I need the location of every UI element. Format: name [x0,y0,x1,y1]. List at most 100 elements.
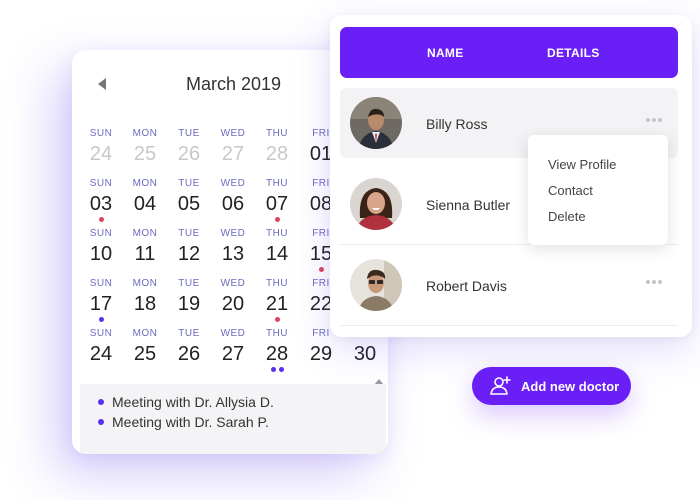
calendar-day-cell[interactable]: WED 27 [211,128,255,173]
event-indicator [79,317,123,323]
column-header-name[interactable]: NAME [427,46,464,60]
add-new-doctor-button[interactable]: Add new doctor [472,367,631,405]
calendar-day-cell[interactable]: TUE 19 [167,278,211,323]
calendar-day-cell[interactable]: THU 28 [255,128,299,173]
avatar [350,259,402,311]
doctor-name: Billy Ross [426,116,488,132]
event-dot-icon [270,367,276,372]
event-indicator [123,367,167,373]
weekday-label: THU [265,178,289,189]
day-number: 07 [265,193,289,215]
calendar-day-cell[interactable]: TUE 26 [167,328,211,373]
day-number: 21 [265,293,289,315]
day-number: 03 [89,193,113,215]
event-dot-icon [98,317,104,322]
day-number: 10 [89,243,113,265]
calendar-day-cell[interactable]: MON 25 [123,328,167,373]
calendar-day-cell[interactable]: WED 20 [211,278,255,323]
doctor-name: Sienna Butler [426,197,511,213]
weekday-label: WED [220,228,246,239]
weekday-label: SUN [89,278,113,289]
day-number: 19 [177,293,201,315]
event-indicator [123,317,167,323]
day-number: 20 [221,293,245,315]
day-number: 24 [89,343,113,365]
doctor-row[interactable]: Robert Davis [340,250,678,326]
calendar-day-cell[interactable]: MON 25 [123,128,167,173]
calendar-day-cell[interactable]: THU 28 [255,328,299,373]
calendar-day-cell[interactable]: SUN 17 [79,278,123,323]
event-indicator [255,317,299,323]
calendar-day-cell[interactable]: THU 07 [255,178,299,223]
calendar-day-cell[interactable]: WED 06 [211,178,255,223]
add-new-doctor-label: Add new doctor [521,379,620,394]
menu-item-contact[interactable]: Contact [548,183,593,198]
doctors-table-header: NAME DETAILS [340,27,678,78]
weekday-label: TUE [178,178,200,189]
doctor-options-menu: View Profile Contact Delete [528,135,668,245]
more-options-icon[interactable] [646,118,662,122]
day-number: 17 [89,293,113,315]
calendar-day-cell[interactable]: TUE 05 [167,178,211,223]
event-dot-icon [98,217,104,222]
menu-item-view-profile[interactable]: View Profile [548,157,616,172]
weekday-label: THU [265,128,289,139]
calendar-day-cell[interactable]: TUE 26 [167,128,211,173]
calendar-day-cell[interactable]: SUN 10 [79,228,123,273]
event-dot-icon [318,267,324,272]
event-indicator [255,367,299,373]
event-indicator [79,267,123,273]
calendar-day-cell[interactable]: THU 14 [255,228,299,273]
event-indicator [211,217,255,223]
event-dot-icon [274,217,280,222]
day-number: 30 [353,343,377,365]
avatar [350,97,402,149]
event-indicator [343,367,387,373]
day-number: 28 [265,343,289,365]
event-indicator [123,217,167,223]
menu-item-delete[interactable]: Delete [548,209,586,224]
calendar-day-cell[interactable]: SUN 03 [79,178,123,223]
calendar-day-cell[interactable]: MON 04 [123,178,167,223]
calendar-day-cell[interactable]: SUN 24 [79,128,123,173]
calendar-day-cell[interactable]: MON 18 [123,278,167,323]
event-indicator [167,317,211,323]
calendar-day-cell[interactable]: WED 27 [211,328,255,373]
day-number: 11 [134,243,156,265]
event-dot-icon [278,367,284,372]
more-options-icon[interactable] [646,280,662,284]
weekday-label: SUN [89,328,113,339]
event-indicator [79,367,123,373]
avatar [350,178,402,230]
calendar-day-cell[interactable]: TUE 12 [167,228,211,273]
event-indicator [211,167,255,173]
weekday-label: TUE [178,278,200,289]
day-number: 18 [133,293,157,315]
weekday-label: THU [265,228,289,239]
weekday-label: MON [132,278,158,289]
event-item[interactable]: Meeting with Dr. Sarah P. [98,414,269,430]
day-number: 04 [133,193,157,215]
month-title: March 2019 [186,74,282,94]
event-label: Meeting with Dr. Allysia D. [112,394,274,410]
calendar-day-cell[interactable]: THU 21 [255,278,299,323]
weekday-label: WED [220,178,246,189]
previous-month-icon[interactable] [98,78,106,90]
weekday-label: TUE [178,128,200,139]
event-indicator [79,217,123,223]
day-number: 06 [221,193,245,215]
calendar-day-cell[interactable]: MON 11 [123,228,167,273]
event-indicator [79,167,123,173]
event-item[interactable]: Meeting with Dr. Allysia D. [98,394,274,410]
day-number: 13 [221,243,245,265]
event-indicator [123,267,167,273]
day-number: 12 [177,243,201,265]
calendar-day-cell[interactable]: WED 13 [211,228,255,273]
event-indicator [211,267,255,273]
column-header-details[interactable]: DETAILS [547,46,600,60]
weekday-label: THU [265,278,289,289]
weekday-label: TUE [178,228,200,239]
calendar-day-cell[interactable]: SUN 24 [79,328,123,373]
weekday-label: SUN [89,128,113,139]
weekday-label: SUN [89,178,113,189]
